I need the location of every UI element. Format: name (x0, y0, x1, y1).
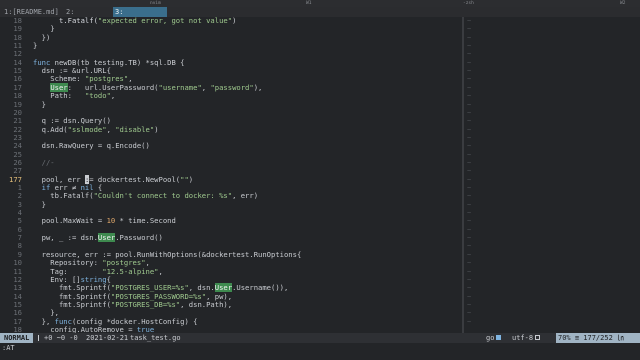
empty-line-tilde: ~ (467, 250, 472, 259)
empty-line-tilde: ~ (467, 25, 472, 34)
empty-line-tilde: ~ (467, 158, 472, 167)
code-line[interactable]: 24 dsn.RawQuery = q.Encode() (0, 141, 462, 151)
code-text: config.AutoRemove = true (33, 324, 155, 333)
empty-line-tilde: ~ (467, 150, 472, 159)
empty-line-tilde: ~ (467, 67, 472, 76)
code-line[interactable]: 11} (0, 41, 462, 51)
empty-line-tilde: ~ (467, 100, 472, 109)
empty-line-tilde: ~ (467, 309, 472, 318)
empty-line-tilde: ~ (467, 317, 472, 326)
code-line[interactable]: 18 t.Fatalf("expected error, got not val… (0, 17, 462, 25)
editor-pane[interactable]: 18 t.Fatalf("expected error, got not val… (0, 17, 462, 333)
empty-line-tilde: ~ (467, 175, 472, 184)
code-line[interactable]: 19 } (0, 99, 462, 109)
empty-line-tilde: ~ (467, 242, 472, 251)
file-name: task_test.go (130, 334, 181, 342)
encoding-text: utf-8 (512, 334, 534, 342)
status-line: NORMAL +0 ~0 -0 2021-02-21 task_test.go … (0, 333, 640, 352)
encoding: utf-8 (512, 333, 541, 343)
linux-icon (535, 335, 541, 340)
diff-text: +0 ~0 -0 (44, 334, 78, 342)
code-text: q.Add("sslmode", "disable") (33, 124, 159, 134)
empty-line-tilde: ~ (467, 234, 472, 243)
window-title-bar: nvim W1 -zsh W2 (0, 0, 640, 7)
empty-line-tilde: ~ (467, 284, 472, 293)
empty-line-tilde: ~ (467, 83, 472, 92)
empty-line-tilde: ~ (467, 267, 472, 276)
empty-line-tilde: ~ (467, 117, 472, 126)
empty-line-tilde: ~ (467, 133, 472, 142)
window-title-1: nvim (150, 1, 161, 6)
empty-line-tilde: ~ (467, 17, 472, 25)
code-line[interactable]: 15 fmt.Sprintf("POSTGRES_DB=%s", dsn.Pat… (0, 299, 462, 309)
empty-line-tilde: ~ (467, 75, 472, 84)
code-text: } (33, 41, 38, 51)
right-editor-pane[interactable]: ~ ~ ~ ~ ~ ~ ~ ~ ~ ~ ~ ~ ~ ~ ~ ~ ~ ~ ~ ~ ~ ~ ~ ~ ~ ~ ~ ~ ~ ~ ~ ~ ~ ~ ~ ~ ~ (464, 17, 640, 333)
date-label: 2021-02-21 (86, 334, 129, 342)
empty-line-tilde: ~ (467, 300, 472, 309)
code-text: pw, _ := dsn.User.Password() (33, 233, 163, 243)
code-line[interactable]: 2 tb.Fatalf("Couldn't connect to docker:… (0, 191, 462, 201)
window-title-4: W2 (620, 1, 626, 6)
go-icon (496, 335, 502, 340)
empty-line-tilde: ~ (467, 108, 472, 117)
empty-line-tilde: ~ (467, 292, 472, 301)
empty-line-tilde: ~ (467, 192, 472, 201)
code-line[interactable]: 19 } (0, 24, 462, 33)
empty-line-tilde: ~ (467, 58, 472, 67)
empty-line-tilde: ~ (467, 33, 472, 42)
code-line[interactable]: 22 q.Add("sslmode", "disable") (0, 124, 462, 134)
code-text: pool.MaxWait = 10 * time.Second (33, 216, 176, 226)
window-title-2: W1 (306, 1, 312, 6)
code-text: //- (41, 157, 55, 167)
git-diff-stats: +0 ~0 -0 (38, 333, 78, 343)
empty-line-tilde: ~ (467, 184, 472, 192)
git-branch-icon (38, 335, 42, 341)
tab-task-go[interactable]: 2:[task.go] (64, 7, 111, 26)
empty-line-tilde: ~ (467, 92, 472, 101)
empty-line-tilde: ~ (467, 275, 472, 284)
file-type-text: go (486, 334, 495, 342)
empty-line-tilde: ~ (467, 225, 472, 234)
code-line[interactable]: 25 (0, 150, 462, 159)
empty-line-tilde: ~ (467, 167, 472, 176)
empty-line-tilde: ~ (467, 142, 472, 151)
code-text: dsn.RawQuery = q.Encode() (33, 141, 150, 151)
code-line[interactable]: 18 Path: "todo", (0, 91, 462, 100)
command-line[interactable]: :AT (0, 343, 640, 360)
command-text: :AT (2, 344, 15, 352)
file-type: go (486, 333, 502, 343)
tab-line: 1:[README.md] 2:[task.go] 3:[task_test.g… (0, 7, 640, 26)
code-line[interactable]: 18 config.AutoRemove = true (0, 324, 462, 333)
code-line[interactable]: 3 } (0, 199, 462, 209)
code-text: tb.Fatalf("Couldn't connect to docker: %… (33, 191, 259, 201)
cursor-position: 70% ≡ 177/252 ㏑ :13 (556, 333, 640, 352)
empty-line-tilde: ~ (467, 259, 472, 268)
empty-line-tilde: ~ (467, 217, 472, 226)
window-title-3: -zsh (463, 1, 474, 6)
code-line[interactable]: 5 pool.MaxWait = 10 * time.Second (0, 216, 462, 226)
code-line[interactable]: 18 }) (0, 33, 462, 42)
code-text: t.Fatalf("expected error, got not value"… (58, 17, 237, 25)
code-text: fmt.Sprintf("POSTGRES_DB=%s", dsn.Path), (33, 299, 233, 309)
code-line[interactable]: 26 //- (0, 157, 462, 167)
empty-line-tilde: ~ (467, 50, 472, 59)
tab-readme[interactable]: 1:[README.md] (2, 7, 62, 17)
empty-line-tilde: ~ (467, 200, 472, 209)
code-text: } (33, 99, 46, 109)
empty-line-tilde: ~ (467, 209, 472, 218)
tab-task-test-go[interactable]: 3:[task_test.go] (113, 7, 174, 26)
code-text: } (33, 199, 46, 209)
empty-line-tilde: ~ (467, 125, 472, 134)
empty-line-tilde: ~ (467, 42, 472, 51)
mode-indicator: NORMAL (0, 333, 34, 343)
line-number: 18 (13, 324, 22, 333)
code-line[interactable]: 7 pw, _ := dsn.User.Password() (0, 233, 462, 243)
